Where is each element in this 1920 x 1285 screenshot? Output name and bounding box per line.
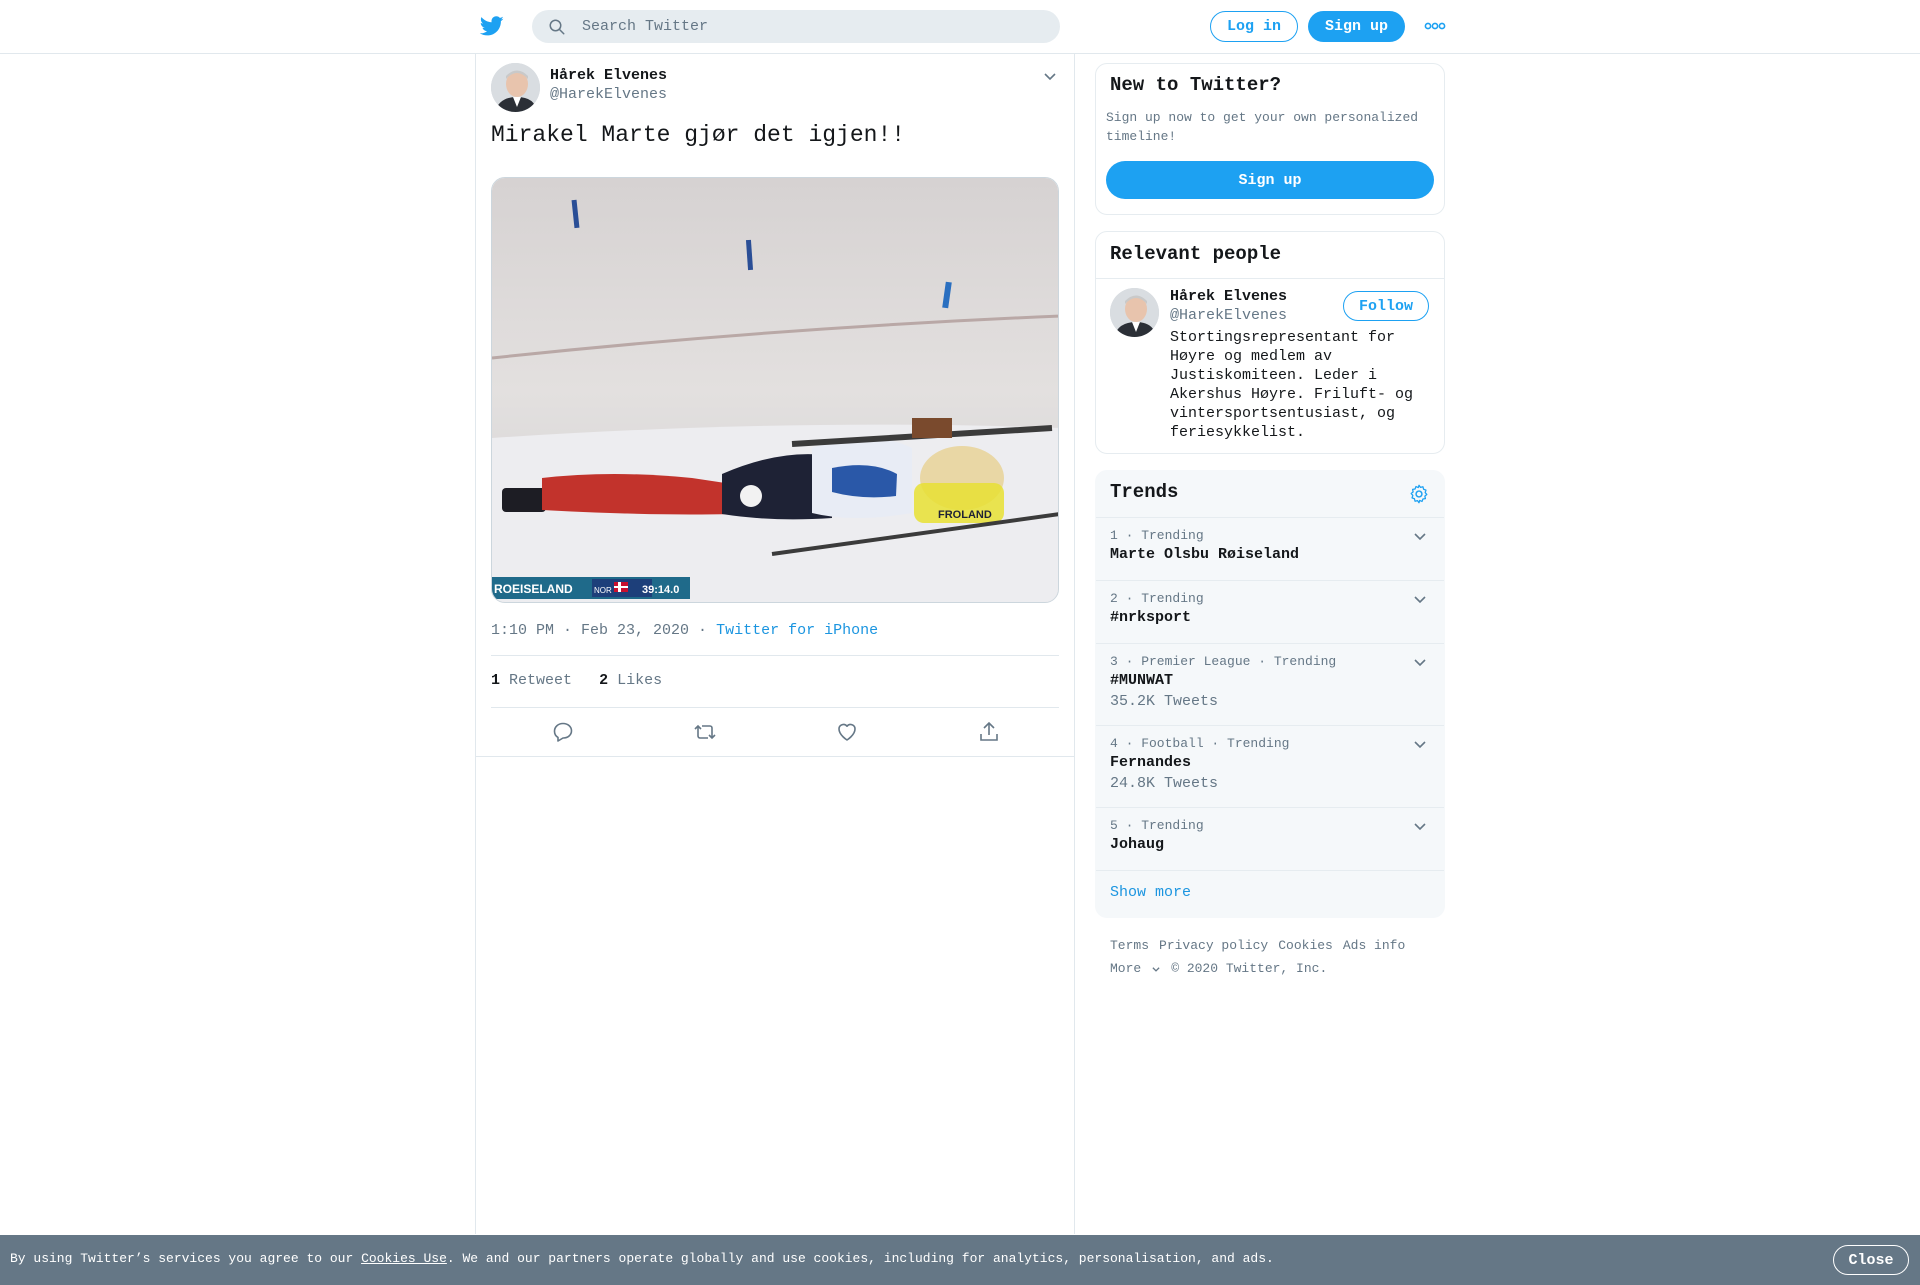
footer-terms-link[interactable]: Terms (1110, 938, 1149, 953)
chevron-down-icon[interactable] (1412, 818, 1428, 834)
sidebar-sign-up-button[interactable]: Sign up (1106, 161, 1434, 199)
trend-name: #MUNWAT (1110, 672, 1174, 689)
trend-meta: 1 · Trending (1110, 528, 1204, 543)
trend-tweet-count: 24.8K Tweets (1110, 775, 1219, 792)
show-more-link[interactable]: Show more (1110, 884, 1191, 901)
tweet-source-link[interactable]: Twitter for iPhone (716, 622, 878, 639)
divider (491, 707, 1059, 708)
retweet-icon[interactable] (693, 720, 717, 744)
retweets-stat[interactable]: 1 Retweet (491, 672, 572, 689)
likes-stat[interactable]: 2 Likes (599, 672, 662, 689)
footer-more-label: More (1110, 961, 1142, 976)
likes-count: 2 (599, 672, 609, 689)
media-caption-country: NOR (594, 586, 612, 595)
person-name[interactable]: Hårek Elvenes (1170, 288, 1287, 305)
trend-item[interactable]: 5 · Trending Johaug (1096, 808, 1444, 871)
trend-meta: 4 · Football · Trending (1110, 736, 1290, 751)
chevron-down-icon[interactable] (1412, 591, 1428, 607)
chevron-down-icon[interactable] (1412, 528, 1428, 544)
tweet-timestamp[interactable]: 1:10 PM · Feb 23, 2020 (491, 622, 689, 639)
gear-icon[interactable] (1408, 483, 1430, 505)
trend-name: #nrksport (1110, 609, 1192, 626)
log-in-button[interactable]: Log in (1210, 11, 1298, 42)
footer-more-menu[interactable]: More (1110, 961, 1161, 976)
follow-button[interactable]: Follow (1343, 291, 1429, 321)
tweet-column: Hårek Elvenes @HarekElvenes Mirakel Mart… (475, 54, 1075, 1234)
chevron-down-icon (1152, 966, 1160, 972)
cookie-text-before: By using Twitter’s services you agree to… (10, 1251, 362, 1266)
retweet-label: Retweet (509, 672, 573, 689)
tweet-text: Mirakel Marte gjør det igjen!! (491, 122, 906, 148)
card-header: Trends (1096, 471, 1444, 518)
twitter-bird-icon[interactable] (478, 14, 506, 38)
close-cookie-bar-button[interactable]: Close (1833, 1245, 1909, 1275)
chevron-down-icon[interactable] (1412, 654, 1428, 670)
author-avatar-image (491, 63, 540, 112)
trend-name: Fernandes (1110, 754, 1192, 771)
chevron-down-icon[interactable] (1042, 68, 1058, 84)
new-to-twitter-card: New to Twitter? Sign up now to get your … (1095, 63, 1445, 215)
timestamp-separator: · (689, 622, 717, 639)
person-avatar[interactable] (1110, 288, 1159, 337)
likes-label: Likes (617, 672, 663, 689)
trend-item[interactable]: 3 · Premier League · Trending #MUNWAT 35… (1096, 644, 1444, 726)
trend-meta: 3 · Premier League · Trending (1110, 654, 1337, 669)
person-avatar-image (1110, 288, 1159, 337)
like-icon[interactable] (835, 720, 859, 744)
trend-name: Johaug (1110, 836, 1165, 853)
trends-card: Trends 1 · Trending Marte Olsbu Røiselan… (1095, 470, 1445, 918)
top-navigation-bar: Log in Sign up (0, 0, 1920, 54)
trend-meta: 5 · Trending (1110, 818, 1204, 833)
footer-ads-link[interactable]: Ads info (1343, 938, 1405, 953)
relevant-people-card: Relevant people Hårek Elvenes @HarekElve… (1095, 231, 1445, 454)
author-name[interactable]: Hårek Elvenes (550, 67, 667, 84)
search-bar[interactable] (532, 10, 1060, 43)
card-title: New to Twitter? (1110, 74, 1282, 96)
tweet-actions (491, 714, 1059, 758)
trend-name: Marte Olsbu Røiseland (1110, 546, 1300, 563)
divider (491, 655, 1059, 656)
trend-item[interactable]: 4 · Football · Trending Fernandes 24.8K … (1096, 726, 1444, 808)
cookie-consent-bar: By using Twitter’s services you agree to… (0, 1235, 1920, 1285)
search-icon (549, 19, 565, 35)
person-handle[interactable]: @HarekElvenes (1170, 307, 1287, 324)
sign-up-button[interactable]: Sign up (1308, 11, 1405, 42)
reply-icon[interactable] (551, 720, 575, 744)
cookie-notice-text: By using Twitter’s services you agree to… (10, 1251, 1274, 1266)
cookies-use-link[interactable]: Cookies Use (361, 1251, 447, 1266)
more-dots-icon[interactable] (1424, 20, 1446, 32)
card-title: Trends (1110, 481, 1179, 503)
footer-copyright: © 2020 Twitter, Inc. (1171, 961, 1328, 976)
cookie-text-after: . We and our partners operate globally a… (446, 1251, 1274, 1266)
footer-privacy-link[interactable]: Privacy policy (1159, 938, 1268, 953)
tweet-media-photo[interactable]: FROLAND ROEISELAND NOR 39:14.0 (491, 177, 1059, 603)
biathlon-photo: FROLAND ROEISELAND NOR 39:14.0 (492, 178, 1058, 602)
share-icon[interactable] (977, 720, 1001, 744)
card-header: Relevant people (1096, 232, 1444, 279)
author-avatar[interactable] (491, 63, 540, 112)
trend-item[interactable]: 2 · Trending #nrksport (1096, 581, 1444, 644)
person-bio: Stortingsrepresentant for Høyre og medle… (1170, 329, 1414, 441)
footer-links: Terms Privacy policy Cookies Ads info More ©… (1110, 934, 1440, 980)
trend-tweet-count: 35.2K Tweets (1110, 693, 1219, 710)
retweet-count: 1 (491, 672, 501, 689)
media-caption-time: 39:14.0 (642, 584, 679, 596)
tweet-stats: 1 Retweet 2 Likes (491, 672, 662, 689)
signup-description: Sign up now to get your own personalized… (1106, 110, 1419, 144)
tweet-timestamp-row: 1:10 PM · Feb 23, 2020 · Twitter for iPh… (491, 622, 878, 639)
footer-cookies-link[interactable]: Cookies (1278, 938, 1333, 953)
divider (476, 756, 1074, 757)
media-bib-text: FROLAND (938, 509, 992, 521)
trend-meta: 2 · Trending (1110, 591, 1204, 606)
media-caption-name: ROEISELAND (494, 582, 573, 596)
search-input[interactable] (582, 10, 1042, 43)
chevron-down-icon[interactable] (1412, 736, 1428, 752)
card-title: Relevant people (1110, 243, 1282, 265)
author-handle[interactable]: @HarekElvenes (550, 86, 667, 103)
trend-item[interactable]: 1 · Trending Marte Olsbu Røiseland (1096, 518, 1444, 581)
